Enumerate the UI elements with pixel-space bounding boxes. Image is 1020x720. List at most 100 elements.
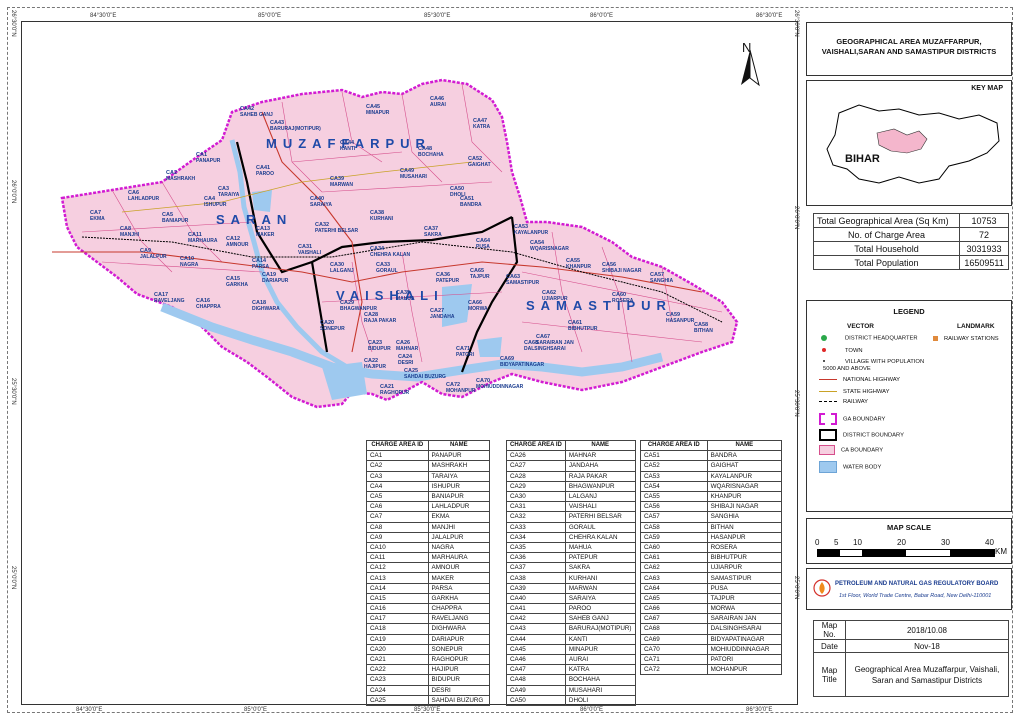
ca-name-cell: SAMASTIPUR (706, 572, 783, 584)
ca-name-cell: VAISHALI (564, 501, 636, 513)
ca-id-cell: CA56 (640, 501, 708, 513)
ca-map-name: SAMASTIPUR (506, 280, 540, 286)
ca-name-cell: MOHANPUR (706, 664, 783, 676)
table-row: CA39 MARWAN (506, 582, 636, 594)
legend-ga: GA BOUNDARY (819, 413, 885, 425)
ca-map-label: CA55 KHANPUR (566, 258, 591, 270)
stat-label: No. of Charge Area (812, 227, 961, 242)
ca-id-cell: CA72 (640, 664, 708, 676)
stat-value: 3031933 (959, 241, 1009, 256)
legend-sh: STATE HIGHWAY (819, 389, 889, 395)
ca-map-label: CA6 LAHLADPUR (128, 190, 159, 202)
ca-name-cell: MAHUA (564, 541, 636, 554)
ca-map-name: KATRA (473, 124, 491, 130)
nh-line-icon (819, 378, 837, 381)
ca-name-cell: PATORI (706, 653, 783, 666)
ca-map-name: SHIBAJI NAGAR (602, 268, 642, 274)
ca-id-cell: CA33 (506, 521, 566, 533)
ca-map-label: CA13 MAKER (256, 226, 274, 238)
ca-name-cell: SONEPUR (427, 643, 491, 655)
ca-map-label: CA56 SHIBAJI NAGAR (602, 262, 641, 274)
ca-name-cell: PATERHI BELSAR (564, 511, 636, 523)
charge-area-table-2: CHARGE AREA ID NAME CA26 MAHNAR CA27 JANDAHA C… (506, 439, 636, 706)
ca-map-label: CA34 CHEHRA KALAN (370, 246, 410, 258)
ca-id-cell: CA60 (640, 541, 708, 554)
ca-id-cell: CA41 (506, 602, 566, 615)
pngrb-panel: PETROLEUM AND NATURAL GAS REGULATORY BOA… (806, 568, 1012, 610)
ca-name-cell: PAROO (564, 602, 636, 615)
ca-id-cell: CA12 (366, 562, 429, 574)
water-body-icon (819, 461, 837, 473)
ca-map-label: CA47 KATRA (473, 118, 490, 130)
ca-id-cell: CA51 (640, 450, 708, 462)
table-header-cell: NAME (564, 439, 636, 452)
ca-map-label: CA42 SAHEB GANJ (240, 106, 273, 118)
table-row: CA3 TARAIYA (366, 470, 491, 482)
coord-left-2: 26°0'0"N (10, 180, 16, 204)
ca-map-name: JANDAHA (430, 314, 455, 320)
ca-map-label: CA7 EKMA (90, 210, 105, 222)
ca-name-cell: KAYALANPUR (706, 470, 783, 482)
scale-unit: KM (995, 547, 1007, 556)
ca-map-name: KHANPUR (566, 264, 591, 270)
table-row: CA61 BIBHUTPUR (640, 552, 783, 564)
table-row: CA30 LALGANJ (506, 490, 636, 503)
table-row: CA20 SONEPUR (366, 643, 491, 655)
ca-name-cell: MARWAN (564, 582, 636, 594)
ca-map-name: HAJIPUR (364, 364, 386, 370)
ca-map-name: KAYALANPUR (514, 230, 549, 236)
ca-map-name: GARKHA (226, 282, 248, 288)
ca-map-name: PUSA (476, 244, 490, 250)
ca-map-label: CA24 DESRI (398, 354, 413, 366)
ca-map-label: CA72 MOHANPUR (446, 382, 475, 394)
ca-id-cell: CA16 (366, 602, 429, 615)
railway-line-icon (819, 400, 837, 402)
ca-name-cell: DALSINGHSARAI (706, 623, 783, 635)
ca-id-cell: CA35 (506, 541, 566, 554)
ca-map-name: UJIARPUR (542, 296, 568, 302)
coord-bottom-4: 86°0'0"E (580, 707, 604, 713)
ca-name-cell: MANJHI (427, 521, 491, 533)
ca-name-cell: LALGANJ (564, 490, 636, 503)
ca-map-label: CA66 MORWA (468, 300, 488, 312)
ca-id-cell: CA52 (640, 460, 708, 472)
ca-name-cell: ISHUPUR (427, 480, 491, 492)
table-row: CA54 WQARISNAGAR (640, 480, 783, 492)
ca-id-cell: CA8 (366, 521, 429, 533)
ca-id-cell: CA19 (366, 633, 429, 645)
table-row: CA28 RAJA PAKAR (506, 470, 636, 482)
ca-name-cell: SAHEB GANJ (564, 613, 636, 625)
table-row: CA8 MANJHI (366, 521, 491, 533)
coord-top-5: 86°30'0"E (756, 13, 783, 19)
scale-tick: 20 (897, 538, 906, 547)
legend-village: VILLAGE WITH POPULATION 5000 AND ABOVE (823, 359, 925, 372)
stats-table: Total Geographical Area (Sq Km) 10753 No.… (812, 213, 1009, 270)
ca-map-name: CHAPPRA (196, 304, 221, 310)
table-row: CA33 GORAUL (506, 521, 636, 533)
ca-map-name: SAHDAI BUZURG (404, 374, 446, 380)
ca-map-name: JALALPUR (140, 254, 167, 260)
table-header-row: CHARGE AREA ID NAME (640, 439, 783, 452)
charge-area-table-3: CHARGE AREA ID NAME CA51 BANDRA CA52 GAIGHAT C… (640, 439, 783, 676)
ca-map-name: MOHIUDDINNAGAR (476, 384, 524, 390)
ca-name-cell: BOCHAHA (564, 674, 636, 686)
ca-name-cell: RAVELJANG (427, 613, 491, 625)
ca-id-cell: CA69 (640, 633, 708, 645)
date-value: Nov-18 (844, 639, 1010, 653)
ca-map-label: CA2 MASHRAKH (166, 170, 195, 182)
table-row: CA35 MAHUA (506, 541, 636, 554)
ca-id-cell: CA14 (366, 582, 429, 594)
ca-map-label: CA41 PAROO (256, 165, 274, 177)
ca-map-name: SAHEB GANJ (240, 112, 273, 118)
ca-name-cell: MINAPUR (564, 643, 636, 655)
ca-map-name: EKMA (90, 216, 105, 222)
ca-map-name: MARHAURA (188, 238, 218, 244)
town-icon (822, 348, 826, 353)
ca-name-cell: MUSAHARI (564, 684, 636, 696)
table-row: CA21 RAGHOPUR (366, 653, 491, 666)
legend-water: WATER BODY (819, 461, 881, 473)
ca-map-name: NAGRA (180, 262, 199, 268)
coord-bottom-1: 84°30'0"E (76, 707, 103, 713)
ca-id-cell: CA34 (506, 531, 566, 543)
ca-id-cell: CA44 (506, 633, 566, 645)
